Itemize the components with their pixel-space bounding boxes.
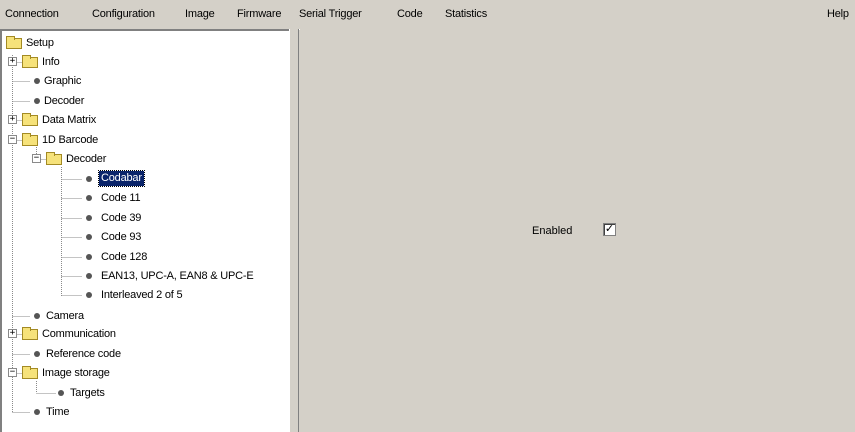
tree-node-time[interactable]: Time (0, 404, 100, 420)
tree-node-1d-barcode[interactable]: − 1D Barcode (0, 132, 120, 148)
tree-label: Setup (26, 37, 54, 49)
leaf-bullet-icon (34, 313, 40, 319)
tree-node-code39[interactable]: Code 39 (0, 210, 170, 226)
expand-plus-icon[interactable]: + (8, 57, 17, 66)
folder-open-icon (46, 152, 62, 165)
tree-node-graphic[interactable]: Graphic (0, 73, 100, 89)
tree-node-reference-code[interactable]: Reference code (0, 346, 150, 362)
leaf-bullet-icon (86, 176, 92, 182)
menu-connection[interactable]: Connection (5, 8, 59, 20)
enabled-label: Enabled (532, 225, 573, 237)
tree-label: Code 39 (101, 212, 142, 224)
settings-tree[interactable]: Setup + Info Graphic Decoder + Data Matr… (0, 29, 290, 432)
leaf-bullet-icon (86, 273, 92, 279)
leaf-bullet-icon (34, 98, 40, 104)
folder-icon (22, 327, 38, 340)
panel-splitter[interactable] (289, 29, 299, 432)
tree-label: Camera (46, 310, 84, 322)
tree-node-image-storage[interactable]: − Image storage (0, 365, 150, 381)
leaf-bullet-icon (86, 292, 92, 298)
leaf-bullet-icon (34, 351, 40, 357)
tree-node-communication[interactable]: + Communication (0, 326, 150, 342)
tree-node-decoder[interactable]: Decoder (0, 93, 100, 109)
menu-help[interactable]: Help (827, 8, 849, 20)
leaf-bullet-icon (58, 390, 64, 396)
tree-label: Code 128 (101, 251, 148, 263)
tree-node-camera[interactable]: Camera (0, 308, 100, 324)
collapse-minus-icon[interactable]: − (8, 368, 17, 377)
folder-icon (22, 113, 38, 126)
tree-node-data-matrix[interactable]: + Data Matrix (0, 112, 120, 128)
tree-label: Interleaved 2 of 5 (101, 289, 183, 301)
tree-node-targets[interactable]: Targets (0, 385, 150, 401)
folder-open-icon (22, 366, 38, 379)
expand-plus-icon[interactable]: + (8, 115, 17, 124)
menu-configuration[interactable]: Configuration (92, 8, 155, 20)
tree-label: Decoder (44, 95, 85, 107)
tree-label: Code 93 (101, 231, 142, 243)
tree-label-selected: Codabar (98, 170, 145, 187)
folder-open-icon (6, 36, 22, 49)
menu-image[interactable]: Image (185, 8, 215, 20)
tree-label: Code 11 (101, 192, 141, 204)
tree-label: Decoder (66, 153, 107, 165)
tree-label: EAN13, UPC-A, EAN8 & UPC-E (101, 270, 254, 282)
leaf-bullet-icon (86, 254, 92, 260)
menu-serial-trigger[interactable]: Serial Trigger (299, 8, 362, 20)
leaf-bullet-icon (86, 234, 92, 240)
tree-label: Image storage (42, 367, 110, 379)
tree-node-code11[interactable]: Code 11 (0, 190, 170, 206)
tree-node-codabar[interactable]: Codabar (0, 170, 170, 187)
enabled-checkbox[interactable]: ✓ (603, 223, 616, 236)
tree-node-code93[interactable]: Code 93 (0, 229, 170, 245)
tree-label: Reference code (46, 348, 121, 360)
tree-label: Info (42, 56, 60, 68)
folder-open-icon (22, 133, 38, 146)
folder-icon (22, 55, 38, 68)
tree-label: 1D Barcode (42, 134, 99, 146)
leaf-bullet-icon (34, 78, 40, 84)
tree-node-setup[interactable]: Setup (0, 35, 100, 51)
menu-bar: Connection Configuration Image Firmware … (0, 0, 855, 30)
leaf-bullet-icon (34, 409, 40, 415)
tree-label: Data Matrix (42, 114, 97, 126)
leaf-bullet-icon (86, 215, 92, 221)
leaf-bullet-icon (86, 195, 92, 201)
collapse-minus-icon[interactable]: − (8, 135, 17, 144)
tree-node-info[interactable]: + Info (0, 54, 100, 70)
menu-code[interactable]: Code (397, 8, 423, 20)
menu-statistics[interactable]: Statistics (445, 8, 487, 20)
menu-firmware[interactable]: Firmware (237, 8, 281, 20)
tree-node-interleaved-2-of-5[interactable]: Interleaved 2 of 5 (0, 287, 220, 303)
tree-node-code128[interactable]: Code 128 (0, 249, 170, 265)
collapse-minus-icon[interactable]: − (32, 154, 41, 163)
tree-node-1d-decoder[interactable]: − Decoder (0, 151, 130, 167)
settings-panel: Enabled ✓ (300, 29, 855, 432)
tree-label: Graphic (44, 75, 82, 87)
expand-plus-icon[interactable]: + (8, 329, 17, 338)
tree-label: Time (46, 406, 70, 418)
tree-node-ean-upc[interactable]: EAN13, UPC-A, EAN8 & UPC-E (0, 268, 285, 284)
tree-label: Communication (42, 328, 116, 340)
tree-label: Targets (70, 387, 105, 399)
